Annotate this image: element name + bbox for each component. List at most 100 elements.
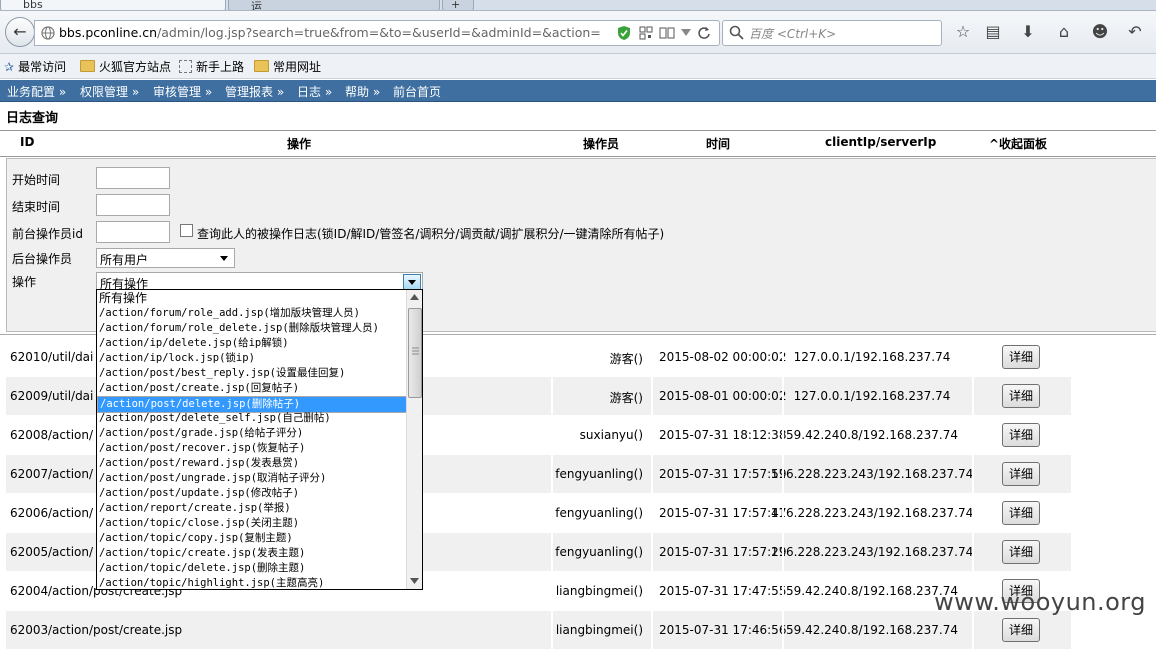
column-separator <box>551 494 553 532</box>
action-dropdown-button[interactable] <box>403 274 421 290</box>
cell-id: 62009 <box>10 389 49 403</box>
action-option[interactable]: /action/report/create.jsp(举报) <box>97 501 406 516</box>
action-option[interactable]: /action/post/create.jsp(回复帖子) <box>97 381 406 396</box>
action-option[interactable]: /action/ip/lock.jsp(锁ip) <box>97 351 406 366</box>
download-icon[interactable]: ⬇ <box>1017 22 1039 42</box>
operated-log-label: 查询此人的被操作日志(锁ID/解ID/管签名/调积分/调贡献/调扩展积分/一键清… <box>197 227 665 241</box>
grip-icon <box>412 347 419 355</box>
detail-button[interactable]: 详细 <box>1002 540 1040 564</box>
cell-ip: 127.0.0.1/192.168.237.74 <box>793 350 951 364</box>
browser-tab-2[interactable]: 运 <box>228 0 440 11</box>
operated-log-checkbox[interactable] <box>180 224 193 237</box>
back-button[interactable]: ← <box>5 17 35 47</box>
browser-tab-bbs[interactable]: bbs <box>0 0 226 11</box>
cell-time: 2015-07-31 17:57:59 <box>659 467 787 481</box>
action-option[interactable]: /action/forum/role_delete.jsp(删除版块管理人员) <box>97 321 406 336</box>
cell-operator: 游客() <box>609 352 643 366</box>
action-option[interactable]: /action/topic/highlight.jsp(主题高亮) <box>97 576 406 589</box>
admin-operator-select[interactable]: 所有用户 <box>96 248 235 268</box>
col-action: 操作 <box>287 137 312 151</box>
detail-button[interactable]: 详细 <box>1002 462 1040 486</box>
cell-action: /util/dai <box>48 389 94 403</box>
dropdown-history-icon[interactable] <box>681 29 691 37</box>
undo-icon[interactable]: ↶ <box>1124 22 1146 42</box>
cell-ip: 127.0.0.1/192.168.237.74 <box>793 389 951 403</box>
cell-action: /action/ <box>48 428 94 442</box>
menu-logs[interactable]: 日志 » <box>297 83 332 100</box>
action-options-list[interactable]: 所有操作/action/forum/role_add.jsp(增加版块管理人员)… <box>96 289 423 590</box>
action-option[interactable]: /action/post/reward.jsp(发表悬赏) <box>97 456 406 471</box>
collapse-panel-link[interactable]: ^收起面板 <box>989 135 1047 152</box>
search-box[interactable]: 百度 <Ctrl+K> <box>722 20 942 46</box>
bookmark-getting-started[interactable]: 新手上路 <box>179 58 244 75</box>
scroll-thumb[interactable] <box>408 308 422 398</box>
action-option[interactable]: 所有操作 <box>97 291 406 306</box>
chat-icon[interactable]: ☻ <box>1089 22 1111 42</box>
cell-action: /action/ <box>48 467 94 481</box>
bookmark-most-visited[interactable]: ✰ 最常访问 <box>4 58 66 75</box>
action-option[interactable]: /action/post/best_reply.jsp(设置最佳回复) <box>97 366 406 381</box>
menu-frontpage[interactable]: 前台首页 <box>393 83 441 100</box>
cell-time: 2015-07-31 17:57:47 <box>659 506 787 520</box>
menu-permission[interactable]: 权限管理 » <box>80 83 139 100</box>
detail-button[interactable]: 详细 <box>1002 501 1040 525</box>
action-option[interactable]: /action/topic/copy.jsp(复制主题) <box>97 531 406 546</box>
action-option[interactable]: /action/topic/create.jsp(发表主题) <box>97 546 406 561</box>
shield-check-icon[interactable] <box>617 25 631 41</box>
action-option[interactable]: /action/ip/delete.jsp(给ip解锁) <box>97 336 406 351</box>
action-option[interactable]: /action/post/grade.jsp(给帖子评分) <box>97 426 406 441</box>
detail-button[interactable]: 详细 <box>1002 618 1040 642</box>
menu-review[interactable]: 审核管理 » <box>153 83 212 100</box>
admin-menu-bar: 业务配置 » 权限管理 » 审核管理 » 管理报表 » 日志 » 帮助 » 前台… <box>0 80 1156 102</box>
end-time-input[interactable] <box>96 194 170 216</box>
column-separator <box>651 494 653 532</box>
action-option[interactable]: /action/topic/close.jsp(关闭主题) <box>97 516 406 531</box>
action-option[interactable]: /action/post/ungrade.jsp(取消帖子评分) <box>97 471 406 486</box>
tab-label: 运 <box>251 0 262 11</box>
cell-time: 2015-07-31 18:12:38 <box>659 428 787 442</box>
menu-reports[interactable]: 管理报表 » <box>225 83 284 100</box>
cell-time: 2015-08-02 00:00:02 <box>659 350 787 364</box>
search-icon <box>729 25 744 40</box>
home-icon[interactable]: ⌂ <box>1053 22 1075 42</box>
bookmark-firefox-site[interactable]: 火狐官方站点 <box>80 58 171 75</box>
qr-code-icon[interactable] <box>639 26 653 40</box>
cell-action: /action/post/create.jsp <box>48 623 183 637</box>
front-operator-id-input[interactable] <box>96 221 170 243</box>
menu-help[interactable]: 帮助 » <box>345 83 380 100</box>
tab-label: bbs <box>23 0 43 11</box>
action-option[interactable]: /action/post/delete_self.jsp(自己删帖) <box>97 411 406 426</box>
col-id: ID <box>20 135 35 149</box>
action-option[interactable]: /action/post/update.jsp(修改帖子) <box>97 486 406 501</box>
column-separator <box>782 455 784 493</box>
action-option[interactable]: /action/forum/role_add.jsp(增加版块管理人员) <box>97 306 406 321</box>
column-separator <box>651 416 653 454</box>
url-bar[interactable]: bbs.pconline.cn/admin/log.jsp?search=tru… <box>34 20 720 46</box>
menu-business-config[interactable]: 业务配置 » <box>7 83 66 100</box>
scroll-up-icon[interactable] <box>410 294 419 300</box>
folder-icon <box>80 60 95 72</box>
reader-view-icon[interactable] <box>659 26 675 40</box>
bookmarks-list-icon[interactable]: ▤ <box>982 22 1004 42</box>
start-time-input[interactable] <box>96 167 170 189</box>
bookmark-label: 新手上路 <box>196 60 245 74</box>
cell-action: /util/dai <box>48 350 94 364</box>
scroll-down-icon[interactable] <box>410 578 419 584</box>
detail-button[interactable]: 详细 <box>1002 345 1040 369</box>
bookmark-star-icon[interactable]: ☆ <box>952 22 974 42</box>
detail-button[interactable]: 详细 <box>1002 384 1040 408</box>
cell-time: 2015-07-31 17:47:55 <box>659 584 787 598</box>
detail-button[interactable]: 详细 <box>1002 423 1040 447</box>
reload-icon[interactable] <box>697 26 711 40</box>
action-option[interactable]: /action/topic/delete.jsp(删除主题) <box>97 561 406 576</box>
options-scrollbar[interactable] <box>406 290 422 589</box>
bookmark-label: 火狐官方站点 <box>99 60 172 74</box>
new-tab-button[interactable]: + <box>442 0 474 10</box>
bookmark-common-sites[interactable]: 常用网址 <box>254 58 321 75</box>
cell-operator: fengyuanling() <box>555 467 643 481</box>
start-time-label: 开始时间 <box>12 173 61 187</box>
cell-time: 2015-07-31 17:46:56 <box>659 623 787 637</box>
action-option[interactable]: /action/post/recover.jsp(恢复帖子) <box>97 441 406 456</box>
cell-id: 62008 <box>10 428 49 442</box>
cell-id: 62006 <box>10 506 49 520</box>
